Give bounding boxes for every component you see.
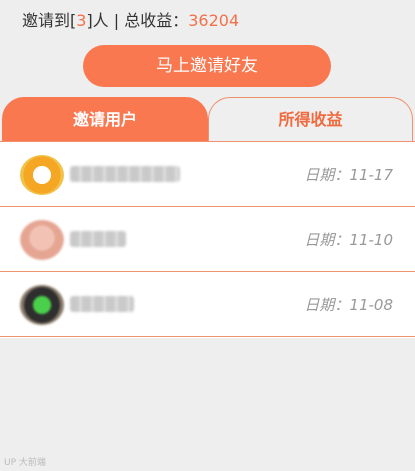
- total-earnings: 36204: [188, 11, 240, 30]
- tab-invited-users[interactable]: 邀请用户: [2, 97, 208, 141]
- watermark: UP 大前端: [4, 458, 46, 468]
- invitee-name: [70, 231, 126, 247]
- invited-prefix: 邀请到[: [22, 11, 77, 30]
- invitee-name: [70, 296, 134, 312]
- invite-date: 日期：11-10: [304, 231, 393, 249]
- invitee-list: 日期：11-17 日期：11-10 日期：11-08: [0, 141, 415, 338]
- list-item[interactable]: 日期：11-10: [0, 207, 415, 272]
- invite-date: 日期：11-17: [304, 166, 393, 184]
- list-item[interactable]: 日期：11-08: [0, 272, 415, 337]
- tab-bar: 邀请用户 所得收益: [2, 97, 413, 141]
- tab-earnings[interactable]: 所得收益: [208, 97, 413, 141]
- invited-count: 3: [76, 11, 87, 30]
- invited-suffix: ]人 | 总收益：: [86, 11, 189, 30]
- list-item[interactable]: 日期：11-17: [0, 142, 415, 207]
- invitee-name: [70, 166, 180, 182]
- invite-summary: 邀请到[3]人 | 总收益：36204: [22, 10, 239, 32]
- invite-date: 日期：11-08: [304, 296, 393, 314]
- avatar: [20, 220, 64, 260]
- invite-friends-button[interactable]: 马上邀请好友: [83, 45, 331, 87]
- avatar: [20, 285, 64, 325]
- avatar: [20, 155, 64, 195]
